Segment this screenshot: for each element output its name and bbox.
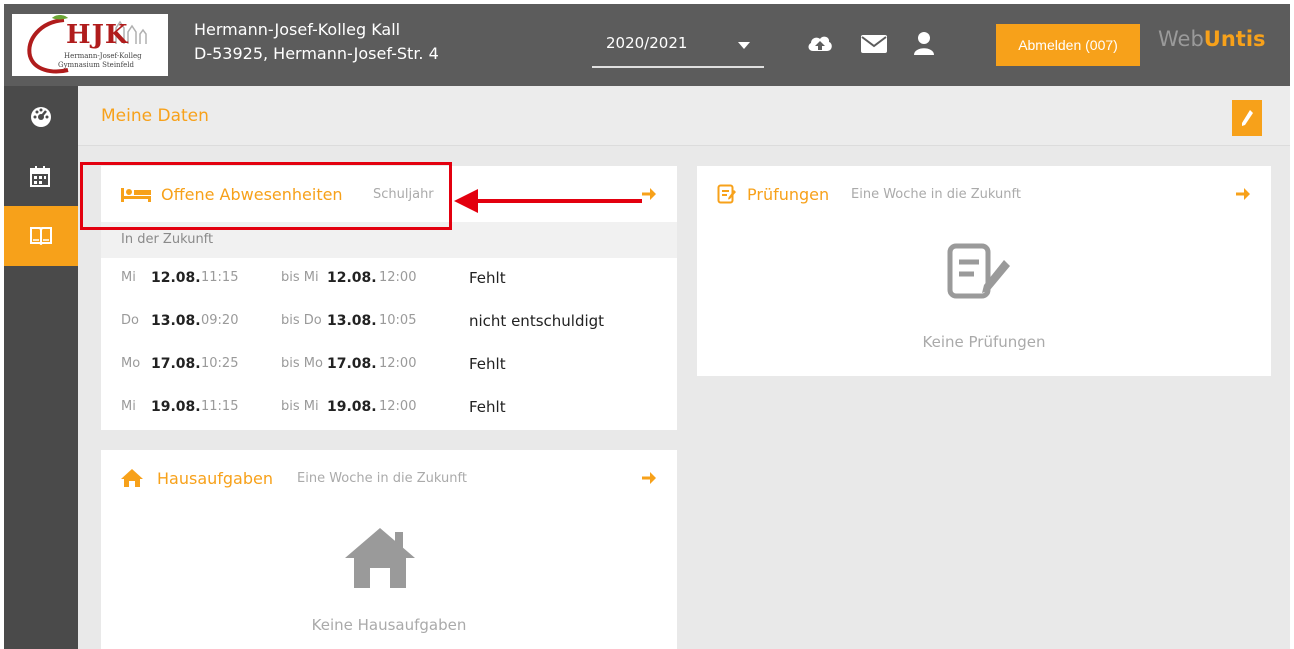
annotation-arrow-icon bbox=[454, 189, 642, 213]
absence-status: Fehlt bbox=[469, 269, 506, 287]
chevron-down-icon bbox=[738, 42, 750, 49]
exam-icon bbox=[717, 184, 736, 204]
absence-row[interactable]: Mi 12.08. 11:15 bis Mi 12.08. 12:00 Fehl… bbox=[101, 258, 677, 301]
absence-from-day: Do bbox=[121, 313, 139, 328]
user-icon[interactable] bbox=[910, 30, 938, 58]
absence-from-time: 10:25 bbox=[201, 356, 239, 371]
school-year-value: 2020/2021 bbox=[606, 34, 688, 52]
absence-to-prefix: bis Mo bbox=[281, 356, 323, 371]
school-logo[interactable]: HJK Hermann-Josef-Kolleg Gymnasium Stein… bbox=[12, 14, 168, 76]
sidebar-item-calendar[interactable] bbox=[4, 146, 78, 206]
exams-card: Prüfungen Eine Woche in die Zukunft Kein… bbox=[697, 166, 1271, 376]
top-header: HJK Hermann-Josef-Kolleg Gymnasium Stein… bbox=[4, 4, 1290, 86]
logo-subtitle-1: Hermann-Josef-Kolleg bbox=[64, 52, 142, 60]
cloud-upload-icon[interactable] bbox=[806, 30, 834, 58]
school-name: Hermann-Josef-Kolleg Kall bbox=[194, 20, 401, 39]
calendar-icon bbox=[30, 166, 50, 187]
dashboard-icon bbox=[31, 107, 51, 127]
absence-from-time: 11:15 bbox=[201, 399, 239, 414]
exams-empty-text: Keine Prüfungen bbox=[922, 333, 1046, 351]
mail-icon[interactable] bbox=[860, 30, 888, 58]
webuntis-brand: WebUntis bbox=[1158, 27, 1266, 51]
homework-title: Hausaufgaben bbox=[157, 469, 273, 488]
arrow-right-icon[interactable] bbox=[1235, 186, 1251, 202]
logout-button[interactable]: Abmelden (007) bbox=[996, 24, 1140, 66]
page-title-bar: Meine Daten bbox=[78, 86, 1290, 146]
absence-to-date: 19.08. bbox=[327, 399, 377, 415]
section-future-label: In der Zukunft bbox=[121, 232, 214, 247]
sidebar bbox=[4, 86, 78, 649]
absence-from-day: Mo bbox=[121, 356, 141, 371]
exams-card-header[interactable]: Prüfungen Eine Woche in die Zukunft bbox=[697, 166, 1271, 222]
school-address: D-53925, Hermann-Josef-Str. 4 bbox=[194, 44, 439, 63]
logo-subtitle-2: Gymnasium Steinfeld bbox=[58, 61, 135, 69]
page-title: Meine Daten bbox=[101, 106, 209, 126]
absence-status: Fehlt bbox=[469, 355, 506, 373]
absence-from-date: 13.08. bbox=[151, 313, 201, 329]
homework-empty-text: Keine Hausaufgaben bbox=[311, 616, 467, 634]
absence-to-date: 12.08. bbox=[327, 270, 377, 286]
homework-card-header[interactable]: Hausaufgaben Eine Woche in die Zukunft bbox=[101, 450, 677, 506]
absence-row[interactable]: Mo 17.08. 10:25 bis Mo 17.08. 12:00 Fehl… bbox=[101, 344, 677, 387]
absence-to-date: 17.08. bbox=[327, 356, 377, 372]
pencil-icon bbox=[1242, 110, 1253, 126]
sidebar-item-my-data[interactable] bbox=[4, 206, 78, 266]
absence-status: nicht entschuldigt bbox=[469, 312, 605, 330]
school-info: Hermann-Josef-Kolleg Kall D-53925, Herma… bbox=[194, 18, 439, 66]
exams-subtitle: Eine Woche in die Zukunft bbox=[851, 187, 1021, 202]
absence-from-date: 12.08. bbox=[151, 270, 201, 286]
absence-from-day: Mi bbox=[121, 270, 136, 285]
absence-to-time: 12:00 bbox=[379, 270, 417, 285]
home-icon bbox=[121, 469, 143, 487]
absence-to-time: 12:00 bbox=[379, 399, 417, 414]
absence-from-day: Mi bbox=[121, 399, 136, 414]
school-year-select[interactable]: 2020/2021 bbox=[592, 24, 764, 68]
absence-row[interactable]: Do 13.08. 09:20 bis Do 13.08. 10:05 nich… bbox=[101, 301, 677, 344]
absence-from-date: 19.08. bbox=[151, 399, 201, 415]
homework-subtitle: Eine Woche in die Zukunft bbox=[297, 471, 467, 486]
annotation-highlight-box bbox=[80, 162, 452, 230]
absence-row[interactable]: Mi 19.08. 11:15 bis Mi 19.08. 12:00 Fehl… bbox=[101, 387, 677, 430]
absence-from-time: 09:20 bbox=[201, 313, 239, 328]
absence-to-time: 10:05 bbox=[379, 313, 417, 328]
absence-from-date: 17.08. bbox=[151, 356, 201, 372]
logo-text: HJK bbox=[66, 20, 129, 50]
book-icon bbox=[30, 227, 52, 245]
home-empty-icon bbox=[345, 528, 415, 588]
absence-from-time: 11:15 bbox=[201, 270, 239, 285]
edit-button[interactable] bbox=[1232, 100, 1262, 136]
exam-empty-icon bbox=[947, 243, 1010, 299]
app-frame: HJK Hermann-Josef-Kolleg Gymnasium Stein… bbox=[4, 4, 1290, 649]
brand-untis: Untis bbox=[1203, 27, 1266, 51]
absence-to-prefix: bis Mi bbox=[281, 270, 319, 285]
absence-status: Fehlt bbox=[469, 398, 506, 416]
homework-card: Hausaufgaben Eine Woche in die Zukunft K… bbox=[101, 450, 677, 649]
sidebar-item-dashboard[interactable] bbox=[4, 86, 78, 146]
absence-to-date: 13.08. bbox=[327, 313, 377, 329]
brand-web: Web bbox=[1158, 27, 1204, 51]
exams-title: Prüfungen bbox=[747, 185, 830, 204]
absence-to-time: 12:00 bbox=[379, 356, 417, 371]
arrow-right-icon[interactable] bbox=[641, 470, 657, 486]
absence-to-prefix: bis Do bbox=[281, 313, 322, 328]
absence-to-prefix: bis Mi bbox=[281, 399, 319, 414]
